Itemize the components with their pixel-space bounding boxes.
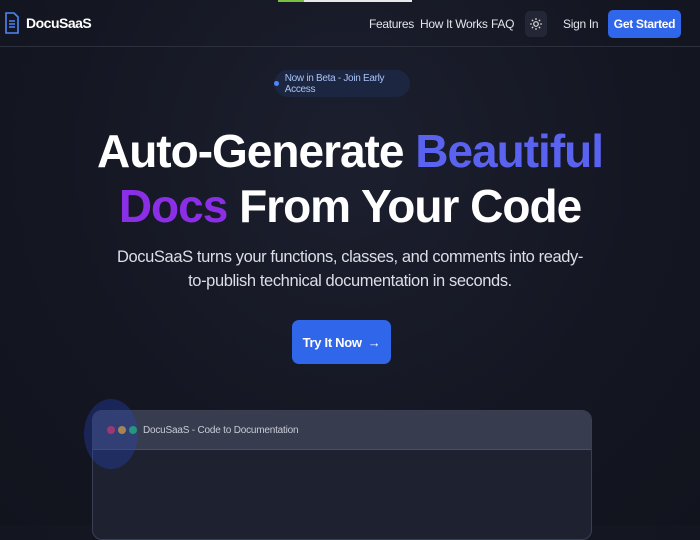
- sign-in-link[interactable]: Sign In: [563, 17, 599, 31]
- title-part: Auto-Generate: [96, 125, 416, 177]
- decorative-glow: [84, 399, 138, 469]
- preview-window: DocuSaaS - Code to Documentation: [92, 410, 592, 540]
- try-it-now-button[interactable]: Try It Now →: [292, 320, 391, 364]
- hero-title: Auto-Generate Beautiful Docs From Your Co…: [0, 124, 700, 234]
- nav-link-how-it-works[interactable]: How It Works: [420, 17, 488, 31]
- title-highlight-purple: Docs: [118, 180, 228, 232]
- beta-badge[interactable]: Now in Beta - Join Early Access: [274, 70, 410, 97]
- get-started-button[interactable]: Get Started: [608, 10, 681, 38]
- brand-logo[interactable]: DocuSaaS: [5, 12, 92, 34]
- sun-icon: [530, 18, 542, 30]
- title-part: From Your Code: [227, 180, 582, 232]
- hero-subtitle: DocuSaaS turns your functions, classes, …: [117, 248, 583, 290]
- beta-badge-text: Now in Beta - Join Early Access: [284, 72, 385, 95]
- nav-link-faq[interactable]: FAQ: [491, 17, 514, 31]
- try-it-now-label: Try It Now: [302, 334, 362, 350]
- arrow-right-icon: →: [367, 334, 381, 350]
- nav-link-features[interactable]: Features: [369, 17, 414, 31]
- top-nav: DocuSaaS Features How It Works FAQ Sign …: [0, 0, 700, 47]
- document-icon: [5, 12, 19, 34]
- title-highlight-blue: Beautiful: [415, 125, 604, 177]
- preview-window-titlebar: DocuSaaS - Code to Documentation: [93, 411, 591, 450]
- preview-window-title: DocuSaaS - Code to Documentation: [143, 424, 299, 436]
- theme-toggle-button[interactable]: [525, 11, 547, 37]
- brand-name: DocuSaaS: [26, 15, 92, 31]
- status-dot-icon: [274, 81, 279, 86]
